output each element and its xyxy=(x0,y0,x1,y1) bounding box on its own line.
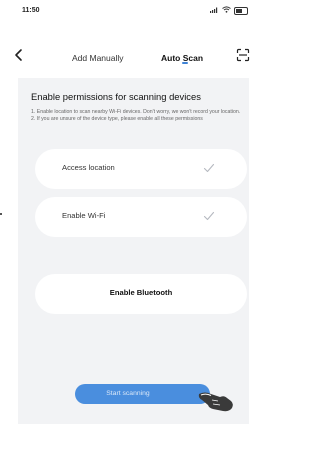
chevron-left-icon[interactable] xyxy=(12,48,26,62)
edge-mark xyxy=(0,213,2,215)
signal-icon xyxy=(210,7,219,15)
start-scanning-button[interactable]: Start scanning xyxy=(75,384,210,404)
hand-pointer-icon xyxy=(196,385,238,413)
tab-add-manually[interactable]: Add Manually xyxy=(72,53,124,63)
permission-enable-wifi[interactable]: Enable Wi-Fi xyxy=(35,197,247,237)
app-screen: 11:50 Add Manually Auto Scan Enable perm… xyxy=(0,0,266,454)
permission-label: Access location xyxy=(62,163,115,172)
permission-enable-bluetooth[interactable]: Enable Bluetooth xyxy=(35,274,247,314)
check-icon xyxy=(202,209,216,223)
top-nav: Add Manually Auto Scan xyxy=(0,26,266,64)
permission-label: Enable Wi-Fi xyxy=(62,211,106,220)
active-tab-indicator xyxy=(182,62,188,64)
start-scanning-label: Start scanning xyxy=(106,390,150,397)
wifi-icon xyxy=(222,6,231,15)
check-icon xyxy=(202,161,216,175)
enable-bluetooth-label: Enable Bluetooth xyxy=(109,288,173,297)
status-time: 11:50 xyxy=(22,7,40,14)
permission-access-location[interactable]: Access location xyxy=(35,149,247,189)
battery-icon xyxy=(234,6,248,15)
status-bar: 11:50 xyxy=(0,0,266,24)
status-icons xyxy=(210,6,248,15)
page-title: Enable permissions for scanning devices xyxy=(31,91,201,102)
hint-location: 1. Enable location to scan nearby Wi-Fi … xyxy=(31,109,241,115)
permissions-card xyxy=(18,78,249,424)
scan-frame-icon[interactable] xyxy=(236,48,250,62)
permission-hints: 1. Enable location to scan nearby Wi-Fi … xyxy=(31,109,245,122)
hint-device-type: 2. If you are unsure of the device type,… xyxy=(31,115,203,122)
